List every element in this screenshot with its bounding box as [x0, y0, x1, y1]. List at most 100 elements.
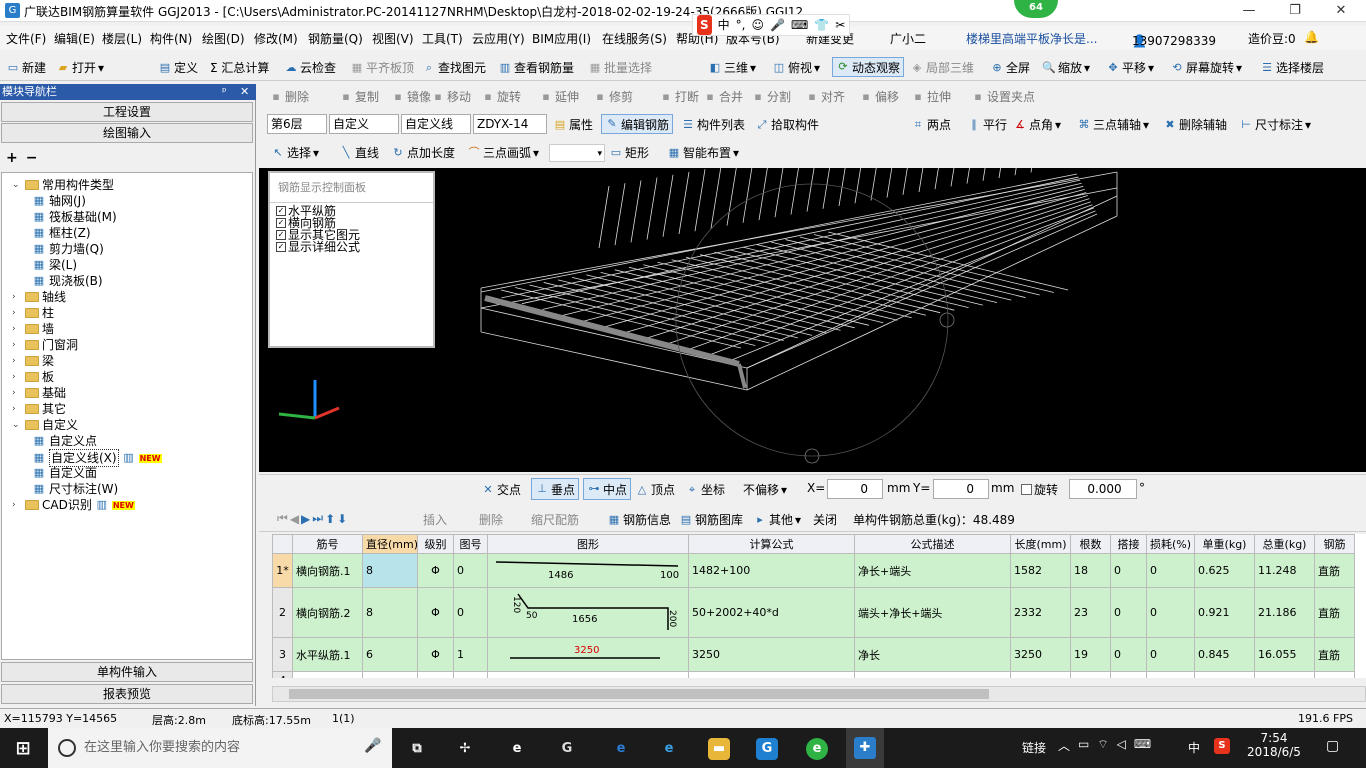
chevron-right-icon[interactable]: › [12, 289, 22, 305]
tree-item[interactable]: ▦ 梁(L) [32, 257, 77, 273]
tree-item[interactable]: ⌄ 自定义 [12, 417, 78, 433]
column-header[interactable]: 公式描述 [854, 534, 1011, 554]
dimension-button[interactable]: ⊢ 尺寸标注 ▾ [1239, 116, 1311, 133]
property-button[interactable]: ▤ 属性 [553, 116, 593, 133]
cell-lap[interactable]: 0 [1110, 553, 1147, 588]
cell-name[interactable]: 水平纵筋.1 [292, 637, 363, 672]
rotate-input[interactable]: 0.000 [1069, 479, 1137, 499]
close-panel-icon[interactable]: ✕ [240, 84, 249, 100]
chevron-right-icon[interactable]: › [12, 385, 22, 401]
ie-blue-icon[interactable]: e [610, 738, 632, 760]
next-icon[interactable]: ▶ [301, 512, 310, 526]
menu-edit[interactable]: 编辑(E) [54, 30, 95, 47]
edit-break-button[interactable]: ▪ 打断 [659, 88, 699, 105]
edit-stretch-button[interactable]: ▪ 拉伸 [911, 88, 951, 105]
cell-unit-weight[interactable]: 0.921 [1194, 587, 1255, 638]
cell-type[interactable]: 直筋 [1314, 637, 1355, 672]
summary-calc-button[interactable]: Σ 汇总计算 [210, 59, 269, 76]
delete-row-button[interactable]: 删除 [479, 511, 503, 528]
tray-volume-icon[interactable]: ◁ [1117, 737, 1126, 754]
cell-loss[interactable]: 0 [1146, 553, 1195, 588]
rotate-checkbox[interactable]: 旋转 [1021, 481, 1058, 498]
cell-total-weight[interactable]: 21.186 [1254, 587, 1315, 638]
column-header[interactable]: 筋号 [292, 534, 363, 554]
task-view-icon[interactable]: ⧉ [406, 738, 428, 760]
menu-cloud[interactable]: 云应用(Y) [472, 30, 525, 47]
view-rebar-qty-button[interactable]: ▥ 查看钢筋量 [498, 59, 574, 76]
cell-figure[interactable]: 0 [453, 553, 488, 588]
cloud-check-button[interactable]: ☁ 云检查 [284, 59, 337, 76]
top-view-button[interactable]: ◫ 俯视 ▾ [772, 59, 820, 76]
cell-level[interactable]: Φ [417, 553, 454, 588]
mic-icon[interactable]: 🎤 [364, 738, 381, 754]
menu-view[interactable]: 视图(V) [372, 30, 414, 47]
tree-item[interactable]: ▦ 框柱(Z) [32, 225, 91, 241]
tree-item[interactable]: › 门窗洞 [12, 337, 78, 353]
cell-figure[interactable]: 0 [453, 587, 488, 638]
column-header[interactable]: 总重(kg) [1254, 534, 1315, 554]
taskbar-search[interactable]: 在这里输入你要搜索的内容 [48, 728, 392, 768]
insert-row-button[interactable]: 插入 [423, 511, 447, 528]
drawing-input-button[interactable]: 绘图输入 [1, 123, 253, 143]
chevron-down-icon[interactable]: ⌄ [12, 417, 22, 433]
tree-item[interactable]: › 基础 [12, 385, 66, 401]
refresh-app-icon[interactable]: G [556, 738, 578, 760]
cell-formula[interactable]: 50+2002+40*d [688, 587, 855, 638]
table-row[interactable]: 2 横向钢筋.2 8 Φ 0 120 50 1656 200 50+2002+40*d… [272, 587, 1355, 638]
project-settings-button[interactable]: 工程设置 [1, 102, 253, 122]
three-point-arc-button[interactable]: ⌒ 三点画弧 ▾ [467, 144, 540, 161]
subtype-select[interactable]: 自定义线 [401, 114, 471, 134]
horizontal-scrollbar[interactable] [272, 686, 1366, 702]
chevron-right-icon[interactable]: › [12, 337, 22, 353]
scale-rebar-button[interactable]: 缩尺配筋 [531, 511, 579, 528]
menu-bim[interactable]: BIM应用(I) [532, 30, 591, 47]
pick-component-button[interactable]: ⤢ 拾取构件 [755, 116, 819, 133]
edit-mirror-button[interactable]: ▪ 镜像 [391, 88, 431, 105]
menu-component[interactable]: 构件(N) [150, 30, 192, 47]
tree-item[interactable]: ▦ 自定义点 [32, 433, 97, 449]
maximize-button[interactable]: ❐ [1272, 0, 1318, 21]
tray-sogou-icon[interactable]: S [1214, 738, 1230, 754]
tree-item[interactable]: ▦ 筏板基础(M) [32, 209, 117, 225]
single-component-input-button[interactable]: 单构件输入 [1, 662, 253, 682]
edit-move-button[interactable]: ▪ 移动 [431, 88, 471, 105]
close-button[interactable]: ✕ [1318, 0, 1364, 21]
zaojia-beans[interactable]: 造价豆:0 [1248, 30, 1296, 47]
tree-item[interactable]: › 梁 [12, 353, 54, 369]
sogou-logo-icon[interactable]: S [697, 15, 712, 35]
edit-offset-button[interactable]: ▪ 偏移 [859, 88, 899, 105]
snap-perpendicular[interactable]: ⊥ 垂点 [531, 478, 580, 500]
line-tool-button[interactable]: ╲ 直线 [339, 144, 379, 161]
menu-floor[interactable]: 楼层(L) [102, 30, 142, 47]
chevron-down-icon[interactable]: ⌄ [12, 177, 22, 193]
new-button[interactable]: ▭ 新建 [6, 59, 46, 76]
component-list-button[interactable]: ☰ 构件列表 [681, 116, 745, 133]
cell-total-weight[interactable]: 11.248 [1254, 553, 1315, 588]
type-select[interactable]: 自定义 [329, 114, 399, 134]
tree-item[interactable]: › CAD识别 ▥ NEW [12, 497, 135, 513]
define-button[interactable]: ▤ 定义 [158, 59, 198, 76]
row-number[interactable]: 1* [272, 553, 293, 588]
windows-start-icon[interactable]: ⊞ [12, 738, 34, 760]
table-row[interactable]: 4 [272, 671, 1355, 678]
dynamic-observe-button[interactable]: ⟳ 动态观察 [832, 57, 905, 77]
rebar-info-button[interactable]: ▦ 钢筋信息 [607, 511, 671, 528]
down-icon[interactable]: ⬇ [337, 512, 347, 526]
edit-rebar-button[interactable]: ✎ 编辑钢筋 [601, 114, 674, 134]
row-number[interactable]: 4 [272, 671, 293, 678]
cell-loss[interactable]: 0 [1146, 587, 1195, 638]
column-header[interactable]: 搭接 [1110, 534, 1147, 554]
ime-skin-icon[interactable]: 👕 [814, 15, 829, 35]
expand-all-icon[interactable]: + [6, 150, 18, 166]
ime-emoji-icon[interactable]: ☺ [752, 15, 765, 35]
find-element-button[interactable]: ⌕ 查找图元 [422, 59, 486, 76]
point-angle-button[interactable]: ∡ 点角 ▾ [1013, 116, 1061, 133]
cell-level[interactable]: Φ [417, 587, 454, 638]
scroll-thumb[interactable] [289, 689, 989, 699]
cell-length[interactable]: 3250 [1010, 637, 1071, 672]
offset-select[interactable]: 不偏移 ▾ [743, 481, 787, 498]
menu-file[interactable]: 文件(F) [6, 30, 46, 47]
ime-keyboard-icon[interactable]: ⌨ [791, 15, 808, 35]
edit-rotate-button[interactable]: ▪ 旋转 [481, 88, 521, 105]
cell-level[interactable]: Φ [417, 637, 454, 672]
